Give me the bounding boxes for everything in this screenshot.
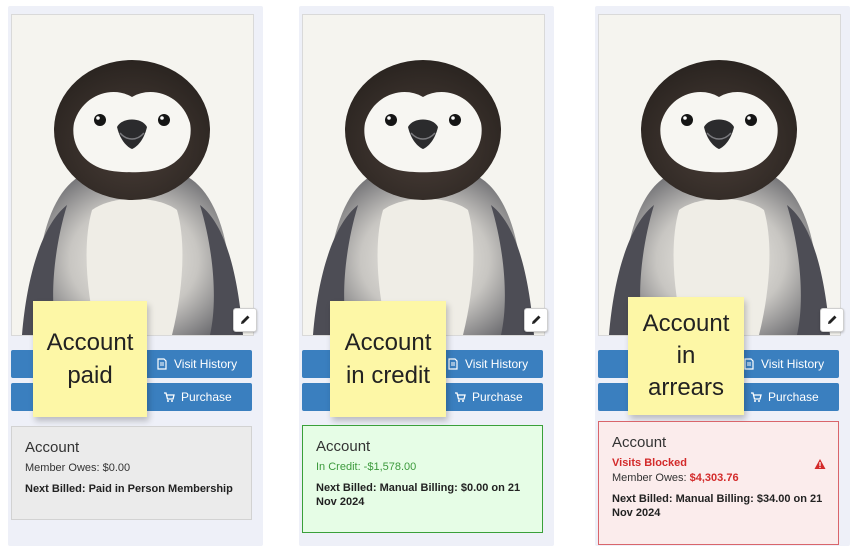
- account-card-paid: Account Member Owes: $0.00 Next Billed: …: [11, 426, 252, 520]
- in-credit-amount: In Credit: -$1,578.00: [316, 461, 417, 473]
- purchase-label: Purchase: [181, 390, 232, 404]
- edit-photo-button[interactable]: [820, 308, 844, 332]
- member-owes: Member Owes: $4,303.76: [612, 472, 826, 484]
- pencil-icon: [241, 315, 250, 324]
- member-panel-arrears: Visit History Purchase Account in arrear…: [595, 6, 850, 546]
- document-icon: [448, 358, 458, 370]
- account-title: Account: [316, 438, 371, 455]
- penguin-portrait: [12, 15, 253, 335]
- account-card-arrears: Account Visits Blocked Member Owes: $4,3…: [598, 421, 839, 545]
- member-photo: [11, 14, 254, 336]
- sticky-note-line: in credit: [345, 362, 431, 389]
- sticky-note-line: Account: [642, 310, 730, 337]
- member-photo: [598, 14, 841, 336]
- sticky-note-line: Account: [46, 329, 134, 356]
- sticky-note-line: Account: [344, 329, 432, 356]
- account-title: Account: [612, 434, 667, 451]
- edit-photo-button[interactable]: [233, 308, 257, 332]
- penguin-portrait: [303, 15, 544, 335]
- pencil-icon: [532, 315, 541, 324]
- sticky-note: Account paid: [33, 301, 147, 417]
- sticky-note: Account in arrears: [628, 297, 744, 415]
- purchase-label: Purchase: [768, 390, 819, 404]
- visit-history-label: Visit History: [761, 357, 825, 371]
- sticky-note-line: paid: [67, 362, 113, 389]
- sticky-note: Account in credit: [330, 301, 446, 417]
- purchase-label: Purchase: [472, 390, 523, 404]
- member-owes-label: Member Owes:: [612, 472, 687, 484]
- member-panel-paid: Visit History Purchase Account paid Acco…: [8, 6, 263, 546]
- document-icon: [157, 358, 167, 370]
- sticky-note-line: in: [676, 342, 696, 369]
- member-owes-amount: $4,303.76: [689, 472, 739, 484]
- document-icon: [744, 358, 754, 370]
- next-billed: Next Billed: Manual Billing: $34.00 on 2…: [612, 493, 823, 519]
- warning-triangle-icon: [814, 459, 826, 469]
- edit-photo-button[interactable]: [524, 308, 548, 332]
- next-billed: Next Billed: Paid in Person Membership: [25, 483, 233, 495]
- cart-icon: [455, 392, 466, 402]
- account-card-credit: Account In Credit: -$1,578.00 Next Bille…: [302, 425, 543, 533]
- cart-icon: [164, 392, 175, 402]
- cart-icon: [751, 392, 762, 402]
- member-owes: Member Owes: $0.00: [25, 462, 131, 474]
- visit-history-label: Visit History: [465, 357, 529, 371]
- account-title: Account: [25, 439, 80, 456]
- visit-history-label: Visit History: [174, 357, 238, 371]
- member-photo: [302, 14, 545, 336]
- pencil-icon: [828, 315, 837, 324]
- member-panel-credit: Visit History Purchase Account in credit…: [299, 6, 554, 546]
- next-billed: Next Billed: Manual Billing: $0.00 on 21…: [316, 482, 521, 508]
- visits-blocked-status: Visits Blocked: [612, 457, 687, 469]
- sticky-note-line: arrears: [647, 374, 725, 401]
- penguin-portrait: [599, 15, 840, 335]
